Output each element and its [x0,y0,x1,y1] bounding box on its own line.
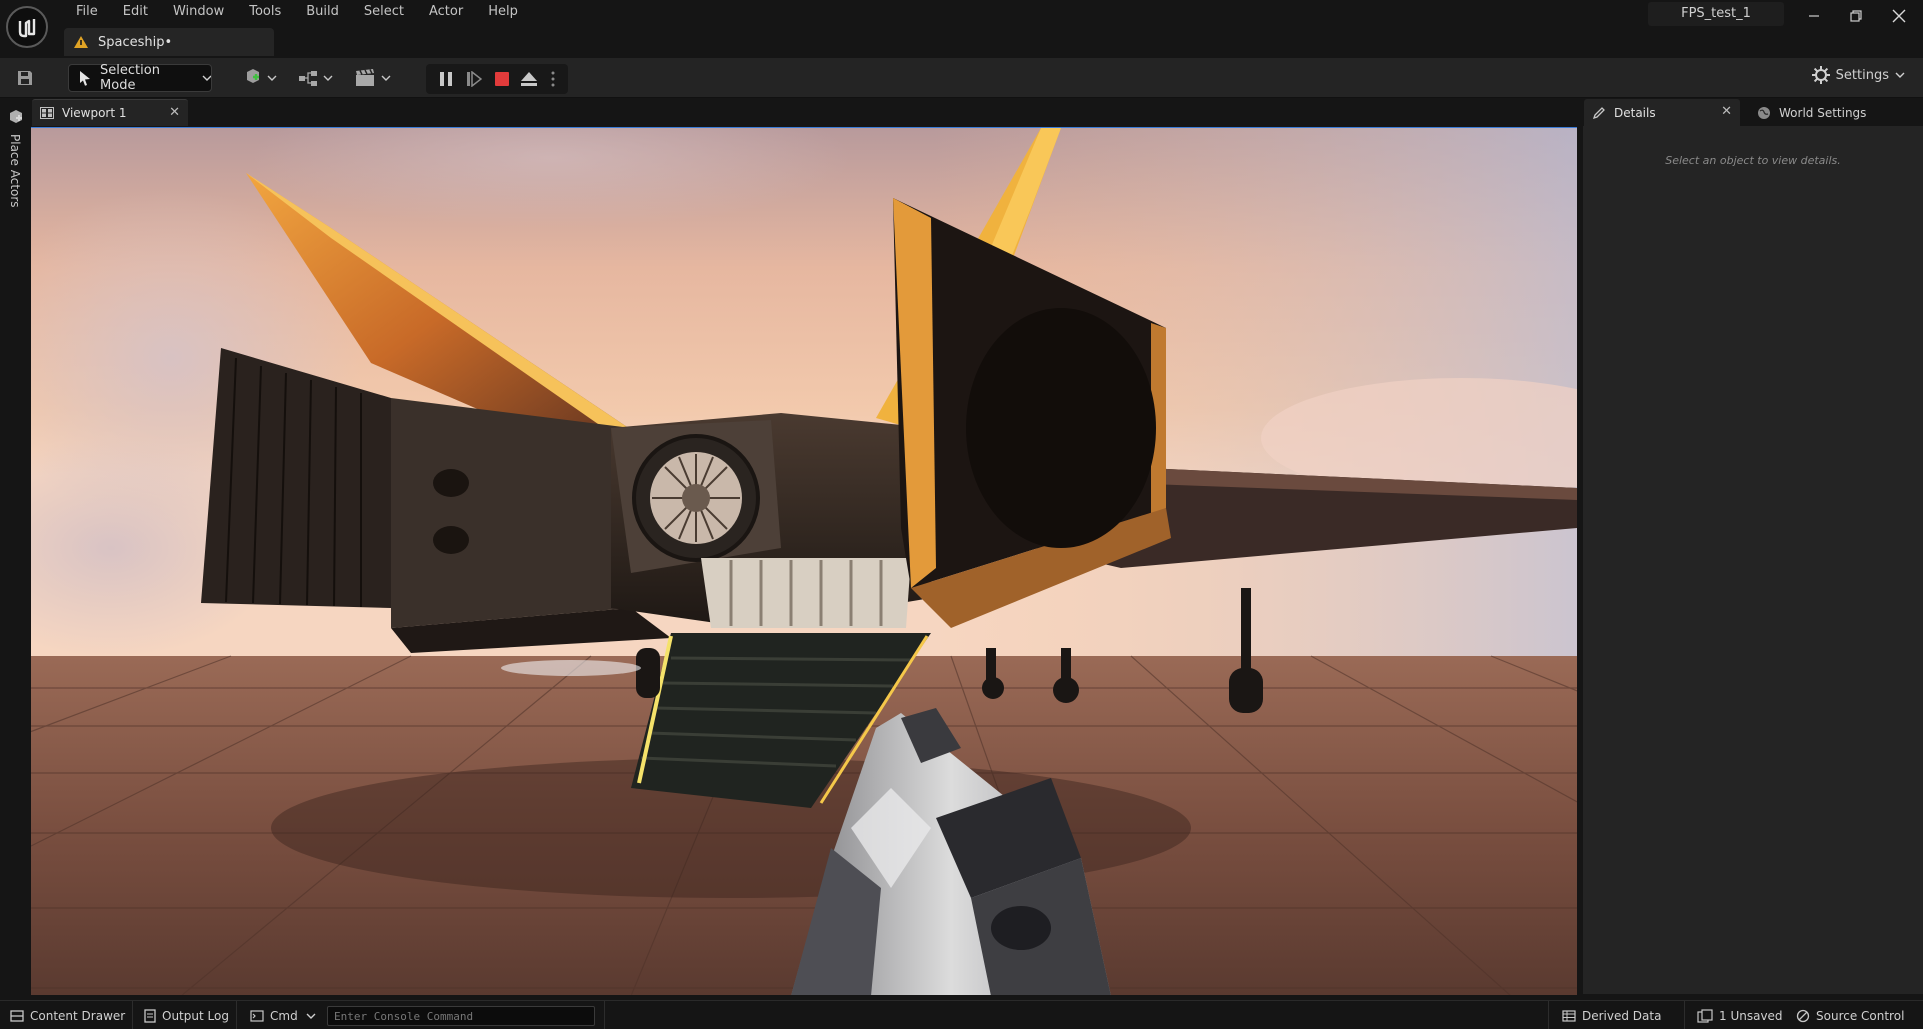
status-bar: Content Drawer Output Log Cmd Derived Da… [0,1000,1923,1029]
details-panel: Details ✕ World Settings Select an objec… [1583,99,1923,994]
viewport-scene [31,128,1577,995]
unreal-logo-icon[interactable] [6,6,48,48]
log-icon [144,1008,156,1023]
save-icon [18,71,32,85]
level-icon [74,36,88,48]
viewport-tab[interactable]: Viewport 1 ✕ [32,99,188,126]
menu-actor[interactable]: Actor [417,2,476,22]
play-controls [426,64,568,94]
source-control-disabled-icon [1796,1009,1810,1022]
cursor-icon [80,71,90,86]
close-window-button[interactable] [1878,2,1920,30]
restore-icon [1850,10,1862,22]
stop-button[interactable] [494,71,510,87]
close-tab-icon[interactable]: ✕ [1721,104,1732,119]
blueprint-icon [299,71,333,86]
close-icon [1892,9,1906,23]
cmd-label: Cmd [270,1008,298,1023]
cinematics-button[interactable] [354,66,394,90]
viewport-canvas[interactable] [31,127,1577,995]
output-log-button[interactable]: Output Log [144,1001,229,1029]
table-icon [1562,1009,1576,1022]
details-tab-label: Details [1614,105,1656,120]
place-actors-icon[interactable] [8,109,24,125]
derived-data-button[interactable]: Derived Data [1562,1001,1661,1029]
settings-button[interactable]: Settings [1811,66,1905,84]
eject-button[interactable] [520,71,538,87]
pause-button[interactable] [438,71,454,87]
add-actor-icon [247,69,277,83]
place-actors-tab[interactable]: Place Actors [8,134,22,214]
chevron-down-icon [306,1013,316,1019]
viewport-icon [40,107,54,119]
source-control-button[interactable]: Source Control [1796,1001,1904,1029]
derived-data-label: Derived Data [1582,1008,1662,1023]
add-actor-button[interactable] [244,66,278,90]
more-options-icon[interactable] [550,71,556,87]
divider [1684,1001,1685,1029]
menu-window[interactable]: Window [161,2,237,22]
viewport-tab-label: Viewport 1 [62,106,127,120]
menu-build[interactable]: Build [294,2,352,22]
unsaved-label: 1 Unsaved [1719,1008,1783,1023]
title-bar: File Edit Window Tools Build Select Acto… [0,0,1923,58]
project-name: FPS_test_1 [1648,2,1784,26]
details-tab-bar: Details ✕ World Settings [1583,99,1923,126]
close-tab-icon[interactable]: ✕ [169,105,180,120]
level-tab[interactable]: Spaceship• [64,28,274,56]
viewport-tab-bar: Viewport 1 ✕ [30,99,1580,126]
place-actors-strip [0,99,30,994]
divider [604,1001,605,1029]
blueprints-button[interactable] [298,66,336,90]
menu-edit[interactable]: Edit [111,2,161,22]
selection-mode-label: Selection Mode [100,63,160,93]
world-settings-label: World Settings [1779,105,1867,120]
pencil-icon [1592,106,1605,119]
step-frame-button[interactable] [466,71,482,87]
minimize-button[interactable] [1793,2,1835,30]
divider [1548,1001,1549,1029]
divider [132,1001,133,1029]
settings-label: Settings [1835,67,1889,83]
menu-select[interactable]: Select [352,2,417,22]
selection-mode-dropdown[interactable]: Selection Mode [68,63,212,93]
menu-bar: File Edit Window Tools Build Select Acto… [64,2,531,22]
menu-tools[interactable]: Tools [237,2,294,22]
menu-help[interactable]: Help [476,2,531,22]
level-tab-label: Spaceship• [98,34,173,50]
details-empty-message: Select an object to view details. [1665,154,1841,167]
world-settings-tab[interactable]: World Settings [1749,99,1919,126]
console-command-input[interactable] [327,1006,595,1026]
drawer-icon [10,1009,24,1022]
gear-icon [1811,66,1830,84]
source-control-label: Source Control [1816,1008,1905,1023]
globe-icon [1758,106,1770,119]
details-tab[interactable]: Details ✕ [1584,99,1740,126]
chevron-down-icon [1895,72,1905,78]
save-button[interactable] [16,66,34,90]
cmd-dropdown[interactable]: Cmd [250,1001,316,1029]
menu-file[interactable]: File [64,2,111,22]
chevron-down-icon [202,75,211,81]
main-toolbar: Selection Mode Settings [0,58,1923,98]
divider [236,1001,237,1029]
content-drawer-button[interactable]: Content Drawer [10,1001,125,1029]
unsaved-button[interactable]: 1 Unsaved [1697,1001,1783,1029]
unsaved-files-icon [1697,1008,1713,1023]
output-log-label: Output Log [162,1008,229,1023]
clapperboard-icon [356,69,391,86]
terminal-icon [250,1009,264,1022]
restore-button[interactable] [1835,2,1877,30]
minimize-icon [1809,15,1819,17]
content-drawer-label: Content Drawer [30,1008,126,1023]
